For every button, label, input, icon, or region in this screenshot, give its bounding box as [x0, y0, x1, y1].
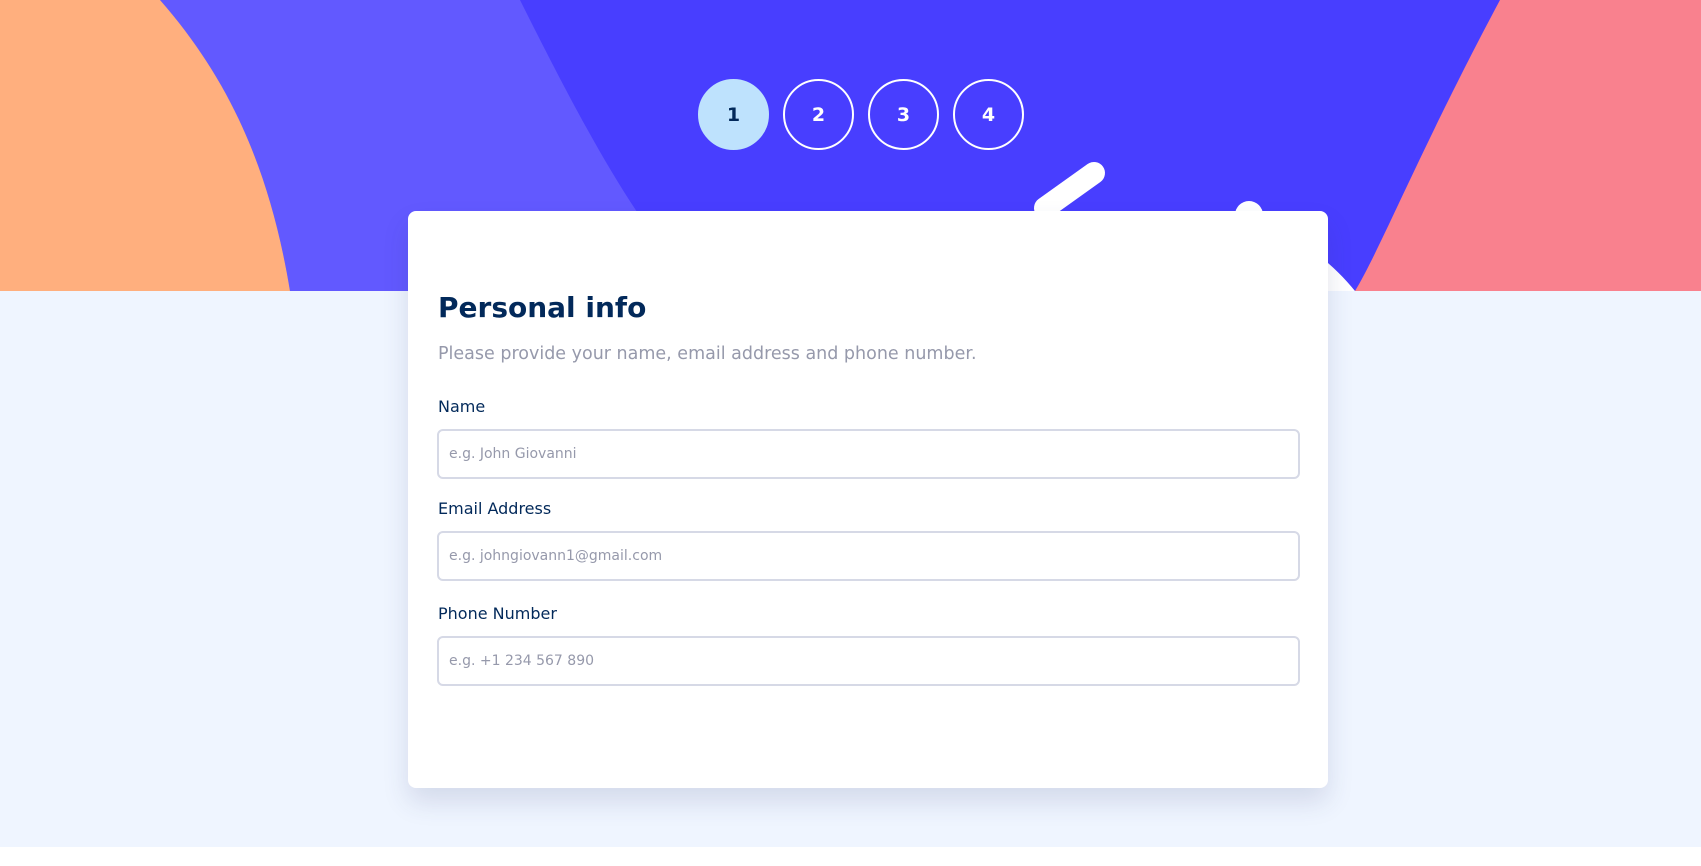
step-indicator: 1 2 3 4: [698, 79, 1024, 150]
page-subtitle: Please provide your name, email address …: [438, 344, 977, 364]
step-4[interactable]: 4: [953, 79, 1024, 150]
phone-input[interactable]: [437, 636, 1300, 686]
name-input[interactable]: [437, 429, 1300, 479]
form-card: Personal info Please provide your name, …: [408, 211, 1328, 788]
phone-label: Phone Number: [438, 604, 557, 623]
name-label: Name: [438, 397, 486, 416]
email-label: Email Address: [438, 499, 552, 518]
step-1[interactable]: 1: [698, 79, 769, 150]
page-title: Personal info: [438, 291, 647, 324]
step-2[interactable]: 2: [783, 79, 854, 150]
email-input[interactable]: [437, 531, 1300, 581]
step-3[interactable]: 3: [868, 79, 939, 150]
